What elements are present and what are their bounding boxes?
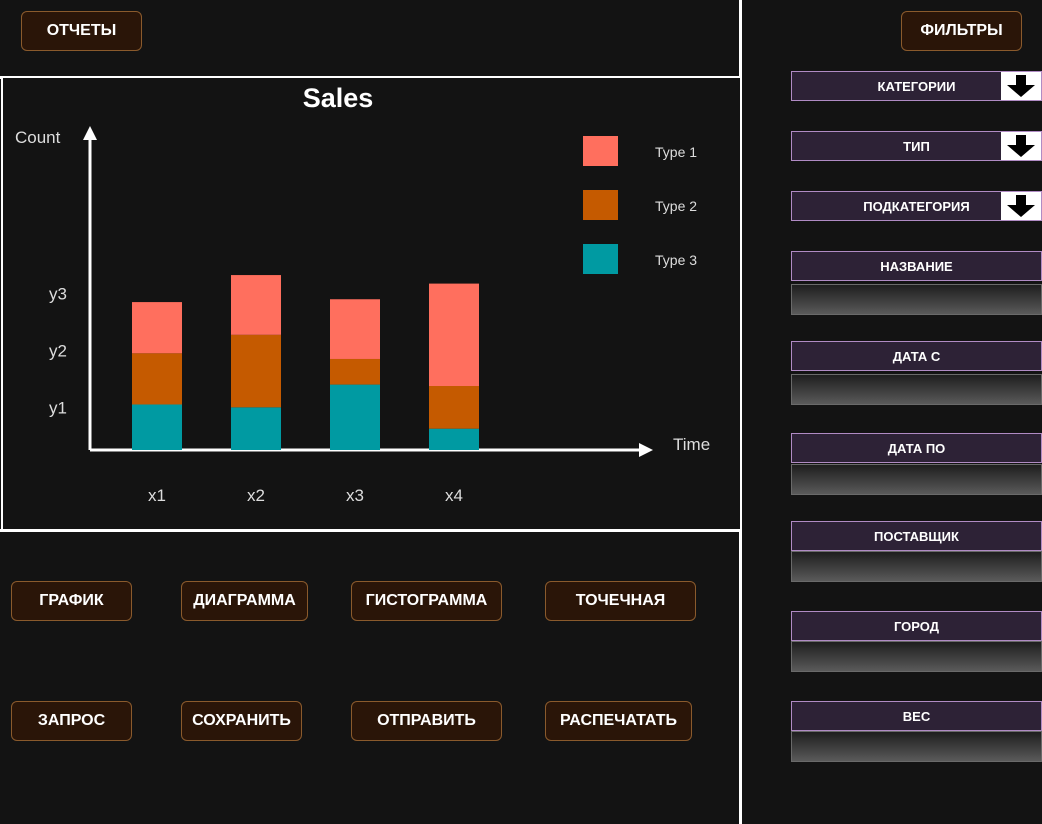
type-dropdown[interactable]: ТИП — [791, 131, 1042, 161]
bar-type-1 — [429, 283, 479, 386]
arrow-down-icon[interactable] — [1001, 132, 1041, 160]
category-dropdown-label: КАТЕГОРИИ — [877, 78, 956, 94]
x-tick-label: x1 — [148, 486, 166, 505]
bar-type-1 — [330, 299, 380, 359]
bottom-divider — [0, 529, 741, 532]
date-to-filter-input[interactable] — [791, 464, 1042, 495]
arrow-down-icon[interactable] — [1001, 192, 1041, 220]
weight-filter-input[interactable] — [791, 731, 1042, 762]
bar-type-2 — [330, 358, 380, 385]
supplier-filter-label: ПОСТАВЩИК — [791, 521, 1042, 551]
x-axis-arrow — [639, 443, 653, 457]
arrow-down-icon[interactable] — [1001, 72, 1041, 100]
chart-type-histogram-button[interactable]: ГИСТОГРАММА — [351, 581, 502, 621]
x-tick-label: x2 — [247, 486, 265, 505]
bar-type-3 — [330, 384, 380, 450]
sales-chart: Sales Count Time y1 y2 y3 x1 x2 x3 x4 Type 1 Type 2… — [15, 83, 710, 505]
bar-type-1 — [132, 302, 182, 354]
legend-swatch — [583, 244, 618, 274]
category-dropdown[interactable]: КАТЕГОРИИ — [791, 71, 1042, 101]
y-tick-label: y2 — [49, 341, 67, 360]
legend-label: Type 1 — [655, 144, 697, 160]
subcategory-dropdown[interactable]: ПОДКАТЕГОРИЯ — [791, 191, 1042, 221]
chart-type-graph-button[interactable]: ГРАФИК — [11, 581, 132, 621]
bar-type-3 — [429, 428, 479, 450]
chart-title: Sales — [303, 83, 374, 113]
x-tick-label: x3 — [346, 486, 364, 505]
date-from-filter-input[interactable] — [791, 374, 1042, 405]
type-dropdown-label: ТИП — [903, 138, 930, 154]
save-button[interactable]: СОХРАНИТЬ — [181, 701, 302, 741]
y-axis-arrow — [83, 126, 97, 140]
legend-swatch — [583, 136, 618, 166]
bar-type-2 — [231, 334, 281, 408]
reports-button[interactable]: ОТЧЕТЫ — [21, 11, 142, 51]
date-from-filter-label: ДАТА С — [791, 341, 1042, 371]
bar-type-3 — [231, 407, 281, 450]
filters-button[interactable]: ФИЛЬТРЫ — [901, 11, 1022, 51]
name-filter-label: НАЗВАНИЕ — [791, 251, 1042, 281]
name-filter-input[interactable] — [791, 284, 1042, 315]
y-tick-label: y1 — [49, 398, 67, 417]
bar-type-2 — [132, 353, 182, 405]
city-filter-label: ГОРОД — [791, 611, 1042, 641]
bar-type-3 — [132, 404, 182, 450]
query-button[interactable]: ЗАПРОС — [11, 701, 132, 741]
print-button[interactable]: РАСПЕЧАТАТЬ — [545, 701, 692, 741]
subcategory-dropdown-label: ПОДКАТЕГОРИЯ — [863, 198, 970, 214]
city-filter-input[interactable] — [791, 641, 1042, 672]
date-to-filter-label: ДАТА ПО — [791, 433, 1042, 463]
chart-type-scatter-button[interactable]: ТОЧЕЧНАЯ — [545, 581, 696, 621]
bar-type-2 — [429, 386, 479, 429]
y-tick-label: y3 — [49, 285, 67, 304]
chart-type-diagram-button[interactable]: ДИАГРАММА — [181, 581, 308, 621]
legend-swatch — [583, 190, 618, 220]
supplier-filter-input[interactable] — [791, 551, 1042, 582]
x-axis-label: Time — [673, 435, 710, 454]
send-button[interactable]: ОТПРАВИТЬ — [351, 701, 502, 741]
legend-label: Type 3 — [655, 252, 697, 268]
chart-panel: Sales Count Time y1 y2 y3 x1 x2 x3 x4 Type 1 Type 2… — [1, 78, 742, 531]
y-axis-label: Count — [15, 128, 61, 147]
bar-type-1 — [231, 275, 281, 335]
weight-filter-label: ВЕС — [791, 701, 1042, 731]
x-tick-label: x4 — [445, 486, 463, 505]
legend-label: Type 2 — [655, 198, 697, 214]
